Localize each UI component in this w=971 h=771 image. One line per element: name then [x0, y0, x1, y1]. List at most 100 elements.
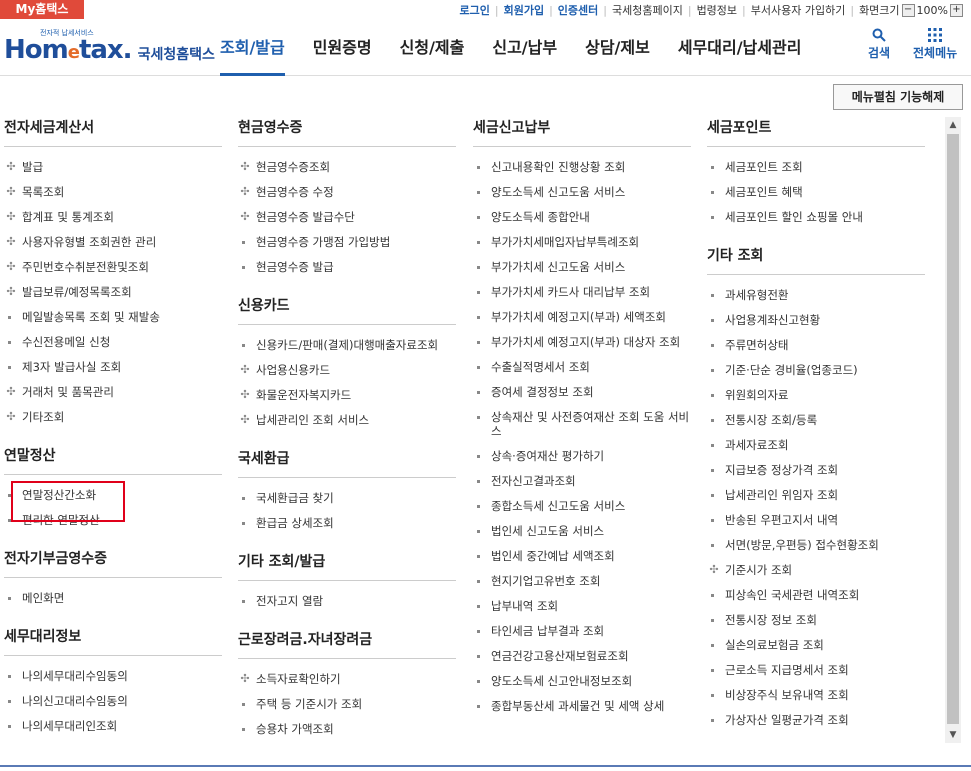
menu-item[interactable]: 국세환급금 찾기	[238, 486, 456, 511]
menu-item[interactable]: 연금건강고용산재보험료조회	[473, 644, 691, 669]
nav-report-pay[interactable]: 신고/납부	[492, 20, 557, 73]
expand-plus-icon[interactable]: ✣	[5, 210, 17, 224]
scroll-thumb[interactable]	[947, 134, 959, 724]
menu-item[interactable]: 세금포인트 조회	[707, 155, 925, 180]
menu-item[interactable]: 세금포인트 혜택	[707, 180, 925, 205]
menu-item[interactable]: ✣ 기타조회	[4, 405, 222, 430]
menu-item[interactable]: ✣ 발급	[4, 155, 222, 180]
menu-item[interactable]: ✣ 현금영수증 발급수단	[238, 205, 456, 230]
expand-plus-icon[interactable]: ✣	[5, 410, 17, 424]
menu-item[interactable]: ✣ 합계표 및 통계조회	[4, 205, 222, 230]
menu-item[interactable]: 수출실적명세서 조회	[473, 355, 691, 380]
menu-item[interactable]: 양도소득세 신고도움 서비스	[473, 180, 691, 205]
search-button[interactable]: 검색	[868, 28, 890, 61]
menu-item[interactable]: 사업용계좌신고현황	[707, 308, 925, 333]
menu-item[interactable]: 현금영수증 발급	[238, 255, 456, 280]
menu-item[interactable]: 부가가치세 신고도움 서비스	[473, 255, 691, 280]
menu-item[interactable]: 납세관리인 위임자 조회	[707, 483, 925, 508]
menu-item[interactable]: 전자신고결과조회	[473, 469, 691, 494]
expand-plus-icon[interactable]: ✣	[5, 185, 17, 199]
menu-item[interactable]: 서면(방문,우편등) 접수현황조회	[707, 533, 925, 558]
expand-plus-icon[interactable]: ✣	[5, 260, 17, 274]
expand-plus-icon[interactable]: ✣	[5, 235, 17, 249]
nav-civil-certificate[interactable]: 민원증명	[313, 20, 372, 73]
menu-item[interactable]: 피상속인 국세관련 내역조회	[707, 583, 925, 608]
menu-item[interactable]: 반송된 우편고지서 내역	[707, 508, 925, 533]
menu-item[interactable]: 상속·증여재산 평가하기	[473, 444, 691, 469]
menu-item[interactable]: 실손의료보험금 조회	[707, 633, 925, 658]
scroll-up-arrow-icon[interactable]: ▲	[945, 117, 961, 133]
menu-item[interactable]: 법인세 신고도움 서비스	[473, 519, 691, 544]
expand-plus-icon[interactable]: ✣	[708, 563, 720, 577]
all-menu-button[interactable]: 전체메뉴	[913, 28, 957, 61]
menu-item[interactable]: 부가가치세 예정고지(부과) 대상자 조회	[473, 330, 691, 355]
menu-item[interactable]: 양도소득세 신고안내정보조회	[473, 669, 691, 694]
menu-item[interactable]: 전자고지 열람	[238, 589, 456, 614]
menu-item[interactable]: 부가가치세 예정고지(부과) 세액조회	[473, 305, 691, 330]
expand-plus-icon[interactable]: ✣	[239, 160, 251, 174]
zoom-in-button[interactable]: +	[950, 3, 963, 17]
menu-item[interactable]: ✣ 현금영수증 수정	[238, 180, 456, 205]
menu-item[interactable]: 증여세 결정정보 조회	[473, 380, 691, 405]
menu-item[interactable]: 상속재산 및 사전증여재산 조회 도움 서비스	[473, 405, 691, 444]
menu-item[interactable]: 주류면허상태	[707, 333, 925, 358]
cert-center-link[interactable]: 인증센터	[558, 2, 598, 18]
menu-item[interactable]: ✣ 사업용신용카드	[238, 358, 456, 383]
menu-item[interactable]: ✣ 주민번호수취분전환및조회	[4, 255, 222, 280]
menu-item[interactable]: ✣ 납세관리인 조회 서비스	[238, 408, 456, 433]
expand-plus-icon[interactable]: ✣	[5, 385, 17, 399]
menu-item[interactable]: 가상자산 일평균가격 조회	[707, 708, 925, 733]
dept-user-signup-link[interactable]: 부서사용자 가입하기	[751, 2, 846, 18]
menu-item[interactable]: 제3자 발급사실 조회	[4, 355, 222, 380]
menu-item[interactable]: 메일발송목록 조회 및 재발송	[4, 305, 222, 330]
zoom-out-button[interactable]: −	[901, 3, 915, 17]
my-hometax-button[interactable]: My홈택스	[0, 0, 84, 19]
menu-item[interactable]: 비상장주식 보유내역 조회	[707, 683, 925, 708]
law-info-link[interactable]: 법령정보	[697, 2, 737, 18]
menu-item[interactable]: 타인세금 납부결과 조회	[473, 619, 691, 644]
menu-item[interactable]: 기준·단순 경비율(업종코드)	[707, 358, 925, 383]
scroll-down-arrow-icon[interactable]: ▼	[945, 727, 961, 743]
menu-item[interactable]: ✣ 발급보류/예정목록조회	[4, 280, 222, 305]
expand-plus-icon[interactable]: ✣	[239, 210, 251, 224]
menu-item[interactable]: 현지기업고유번호 조회	[473, 569, 691, 594]
hometax-logo[interactable]: 전자적 납세서비스 Hometax. 국세청홈택스	[4, 28, 215, 68]
menu-item[interactable]: 법인세 중간예납 세액조회	[473, 544, 691, 569]
menu-item[interactable]: 세금포인트 할인 쇼핑몰 안내	[707, 205, 925, 230]
menu-item[interactable]: 승용차 가액조회	[238, 717, 456, 742]
menu-item[interactable]: 부가가치세 카드사 대리납부 조회	[473, 280, 691, 305]
menu-item[interactable]: 위원회의자료	[707, 383, 925, 408]
menu-item[interactable]: 나의신고대리수임동의	[4, 689, 222, 714]
expand-plus-icon[interactable]: ✣	[239, 672, 251, 686]
menu-item[interactable]: 종합소득세 신고도움 서비스	[473, 494, 691, 519]
menu-item[interactable]: 부가가치세매입자납부특례조회	[473, 230, 691, 255]
menu-item[interactable]: 과세유형전환	[707, 283, 925, 308]
nav-apply-submit[interactable]: 신청/제출	[400, 20, 465, 73]
expand-plus-icon[interactable]: ✣	[239, 388, 251, 402]
menu-item[interactable]: 주택 등 기준시가 조회	[238, 692, 456, 717]
signup-link[interactable]: 회원가입	[504, 2, 544, 18]
menu-item[interactable]: ✣ 소득자료확인하기	[238, 667, 456, 692]
menu-item[interactable]: 과세자료조회	[707, 433, 925, 458]
menu-item[interactable]: 나의세무대리수임동의	[4, 664, 222, 689]
menu-item[interactable]: 전통시장 조회/등록	[707, 408, 925, 433]
menu-item[interactable]: 종합부동산세 과세물건 및 세액 상세	[473, 694, 691, 719]
menu-item[interactable]: 메인화면	[4, 586, 222, 611]
menu-item[interactable]: 신고내용확인 진행상황 조회	[473, 155, 691, 180]
menu-item[interactable]: 양도소득세 종합안내	[473, 205, 691, 230]
vertical-scrollbar[interactable]: ▲ ▼	[945, 117, 961, 743]
nav-inquiry-issue[interactable]: 조회/발급	[220, 20, 285, 76]
expand-plus-icon[interactable]: ✣	[239, 413, 251, 427]
expand-plus-icon[interactable]: ✣	[239, 363, 251, 377]
expand-plus-icon[interactable]: ✣	[239, 185, 251, 199]
menu-item[interactable]: ✣ 목록조회	[4, 180, 222, 205]
menu-item[interactable]: ✣ 현금영수증조회	[238, 155, 456, 180]
menu-item[interactable]: 납부내역 조회	[473, 594, 691, 619]
menu-item[interactable]: 근로소득 지급명세서 조회	[707, 658, 925, 683]
expand-plus-icon[interactable]: ✣	[5, 160, 17, 174]
nav-consult-report[interactable]: 상담/제보	[585, 20, 650, 73]
menu-item[interactable]: 전통시장 정보 조회	[707, 608, 925, 633]
menu-item[interactable]: 환급금 상세조회	[238, 511, 456, 536]
nts-homepage-link[interactable]: 국세청홈페이지	[612, 2, 683, 18]
nav-tax-agent[interactable]: 세무대리/납세관리	[678, 20, 802, 73]
